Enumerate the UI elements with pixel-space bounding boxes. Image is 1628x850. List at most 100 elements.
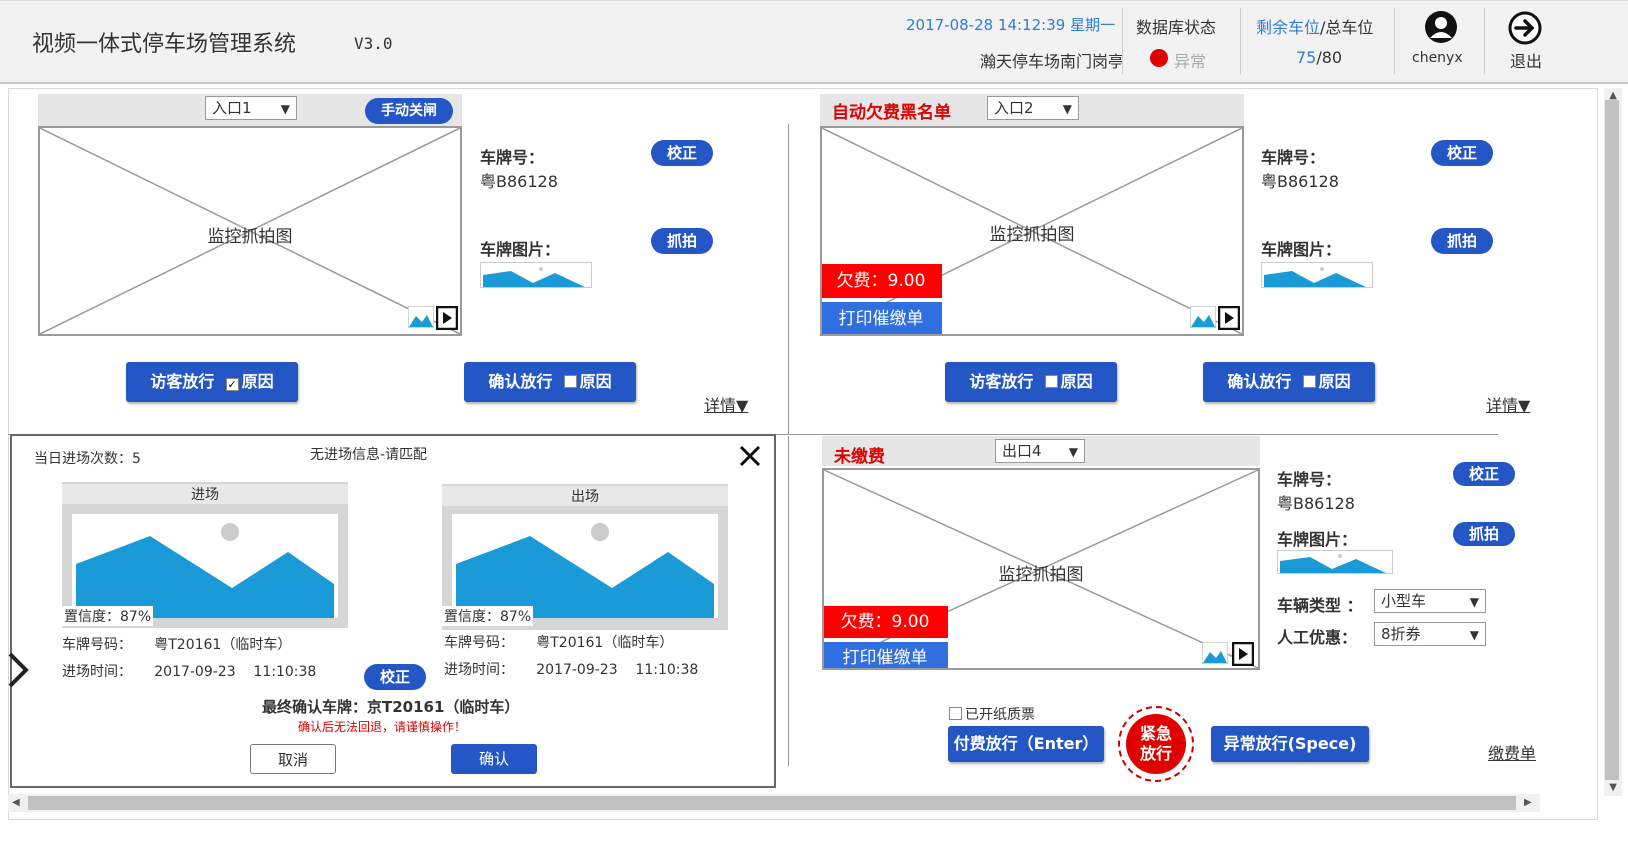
- plate-value: 粤B86128: [480, 172, 558, 191]
- confirm-release-button[interactable]: 确认放行 原因: [464, 362, 636, 402]
- divider: [1122, 8, 1123, 74]
- db-status-dot: [1150, 49, 1168, 67]
- plate-label: 车牌号：: [1261, 148, 1326, 167]
- db-status-label: 数据库状态: [1136, 18, 1217, 37]
- capture-button[interactable]: 抓拍: [1453, 522, 1515, 546]
- details-link[interactable]: 详情▼: [1486, 392, 1530, 416]
- lane4-camera-view: 监控抓拍图 欠费：9.00 打印催缴单: [822, 468, 1260, 670]
- divider: [1394, 8, 1395, 74]
- confirm-button[interactable]: 确认: [451, 744, 537, 774]
- plate-label: 车牌号：: [480, 148, 545, 167]
- db-status-value: 异常: [1174, 52, 1207, 71]
- camera-label: 监控抓拍图: [989, 225, 1075, 245]
- horizontal-scroll-thumb[interactable]: [28, 796, 1516, 810]
- plate-image: [1261, 262, 1373, 288]
- dialog-correct-button[interactable]: 校正: [364, 664, 426, 690]
- plate-value: 粤B86128: [1277, 494, 1355, 513]
- exit-image: [452, 514, 718, 618]
- entries-today: 当日进场次数：5: [34, 451, 141, 467]
- scroll-right-icon[interactable]: ▶: [1524, 797, 1532, 808]
- vehicle-type-select[interactable]: 小型车 ▼: [1374, 589, 1486, 613]
- arrears-badge: 欠费：9.00: [822, 264, 942, 298]
- entry-plate: 车牌号码： 粤T20161（临时车）: [62, 637, 292, 653]
- abnormal-release-button[interactable]: 异常放行(Spece): [1211, 726, 1369, 762]
- image-icon[interactable]: [1201, 641, 1229, 665]
- lane2-title: 自动欠费黑名单: [832, 103, 951, 123]
- spaces-label: 剩余车位/总车位: [1256, 18, 1374, 37]
- arrears-badge: 欠费：9.00: [824, 606, 948, 638]
- plate-image-label: 车牌图片：: [480, 240, 561, 259]
- spaces-count: 75/80: [1296, 48, 1343, 67]
- plate-value: 粤B86128: [1261, 172, 1339, 191]
- reason-checkbox[interactable]: ✓: [225, 378, 239, 391]
- warning-text: 确认后无法回退，请谨慎操作！: [298, 720, 467, 734]
- plate-image-label: 车牌图片：: [1277, 530, 1358, 549]
- app-version: V3.0: [354, 34, 393, 53]
- reason-checkbox[interactable]: [563, 375, 577, 388]
- payment-record-link[interactable]: 缴费单: [1488, 740, 1536, 764]
- reason-checkbox[interactable]: [1044, 375, 1058, 388]
- entry-label: 进场: [62, 484, 348, 504]
- entry-time: 进场时间： 2017-09-23 11:10:38: [62, 664, 317, 680]
- reason-checkbox[interactable]: [1302, 375, 1316, 388]
- user-icon[interactable]: [1424, 10, 1458, 46]
- discount-select[interactable]: 8折券 ▼: [1374, 622, 1486, 646]
- print-notice-button[interactable]: 打印催缴单: [824, 642, 948, 668]
- play-icon[interactable]: [1231, 641, 1255, 667]
- entry-confidence: 置信度：87%: [62, 606, 154, 626]
- exit-image-panel: 出场 置信度：87%: [442, 484, 728, 630]
- logout-icon[interactable]: [1507, 10, 1543, 46]
- camera-label: 监控抓拍图: [207, 227, 293, 247]
- lane2-camera-view: 监控抓拍图 欠费：9.00 打印催缴单: [820, 126, 1244, 336]
- exit-time: 进场时间： 2017-09-23 11:10:38: [444, 662, 699, 678]
- divider: [1240, 8, 1241, 74]
- capture-button[interactable]: 抓拍: [1431, 228, 1493, 254]
- vertical-scroll-thumb[interactable]: [1605, 100, 1619, 780]
- play-icon[interactable]: [435, 305, 459, 331]
- image-icon[interactable]: [407, 305, 435, 329]
- logout-label[interactable]: 退出: [1510, 48, 1542, 72]
- final-plate: 最终确认车牌：京T20161（临时车）: [262, 698, 520, 716]
- vehicle-type-label: 车辆类型 ：: [1277, 596, 1363, 615]
- discount-label: 人工优惠：: [1277, 628, 1358, 647]
- image-icon[interactable]: [1189, 305, 1217, 329]
- correct-button[interactable]: 校正: [651, 140, 713, 166]
- lane4-select[interactable]: 出口4 ▼: [995, 439, 1085, 463]
- entry-image-panel: 进场 置信度：87%: [62, 482, 348, 628]
- chevron-right-icon[interactable]: [4, 650, 30, 690]
- paper-ticket-checkbox[interactable]: 已开纸质票: [949, 704, 1035, 724]
- plate-image-label: 车牌图片：: [1261, 240, 1342, 259]
- manual-close-button[interactable]: 手动关闸: [365, 98, 453, 124]
- exit-confidence: 置信度：87%: [442, 606, 534, 626]
- username: chenyx: [1412, 50, 1463, 66]
- plate-image: [1277, 550, 1393, 574]
- exit-plate: 车牌号码： 粤T20161（临时车）: [444, 635, 674, 651]
- station-name: 瀚天停车场南门岗亭: [980, 52, 1125, 71]
- lane2-select[interactable]: 入口2 ▼: [987, 96, 1079, 120]
- cancel-button[interactable]: 取消: [250, 744, 336, 774]
- correct-button[interactable]: 校正: [1431, 140, 1493, 166]
- close-icon[interactable]: [738, 444, 762, 468]
- camera-label: 监控抓拍图: [998, 565, 1084, 585]
- play-icon[interactable]: [1217, 305, 1241, 331]
- app-title: 视频一体式停车场管理系统: [32, 32, 297, 57]
- pay-release-button[interactable]: 付费放行（Enter）: [948, 726, 1104, 762]
- panel-divider: [788, 436, 789, 766]
- lane1-select[interactable]: 入口1 ▼: [205, 96, 297, 120]
- panel-divider: [788, 124, 789, 434]
- divider: [1484, 8, 1485, 74]
- confirm-release-button[interactable]: 确认放行 原因: [1203, 362, 1375, 402]
- print-notice-button[interactable]: 打印催缴单: [822, 302, 942, 334]
- scroll-down-icon[interactable]: ▼: [1609, 782, 1617, 793]
- scroll-left-icon[interactable]: ◀: [12, 797, 20, 808]
- visitor-release-button[interactable]: 访客放行 原因: [945, 362, 1117, 402]
- capture-button[interactable]: 抓拍: [651, 228, 713, 254]
- entry-image: [72, 514, 338, 618]
- visitor-release-button[interactable]: 访客放行 ✓ 原因: [126, 362, 298, 402]
- dialog-title: 无进场信息-请匹配: [310, 447, 428, 463]
- lane1-camera-view: 监控抓拍图: [38, 126, 462, 336]
- details-link[interactable]: 详情▼: [704, 392, 748, 416]
- correct-button[interactable]: 校正: [1453, 462, 1515, 486]
- emergency-release-button[interactable]: 紧急放行: [1126, 714, 1186, 774]
- lane4-title: 未缴费: [834, 447, 885, 467]
